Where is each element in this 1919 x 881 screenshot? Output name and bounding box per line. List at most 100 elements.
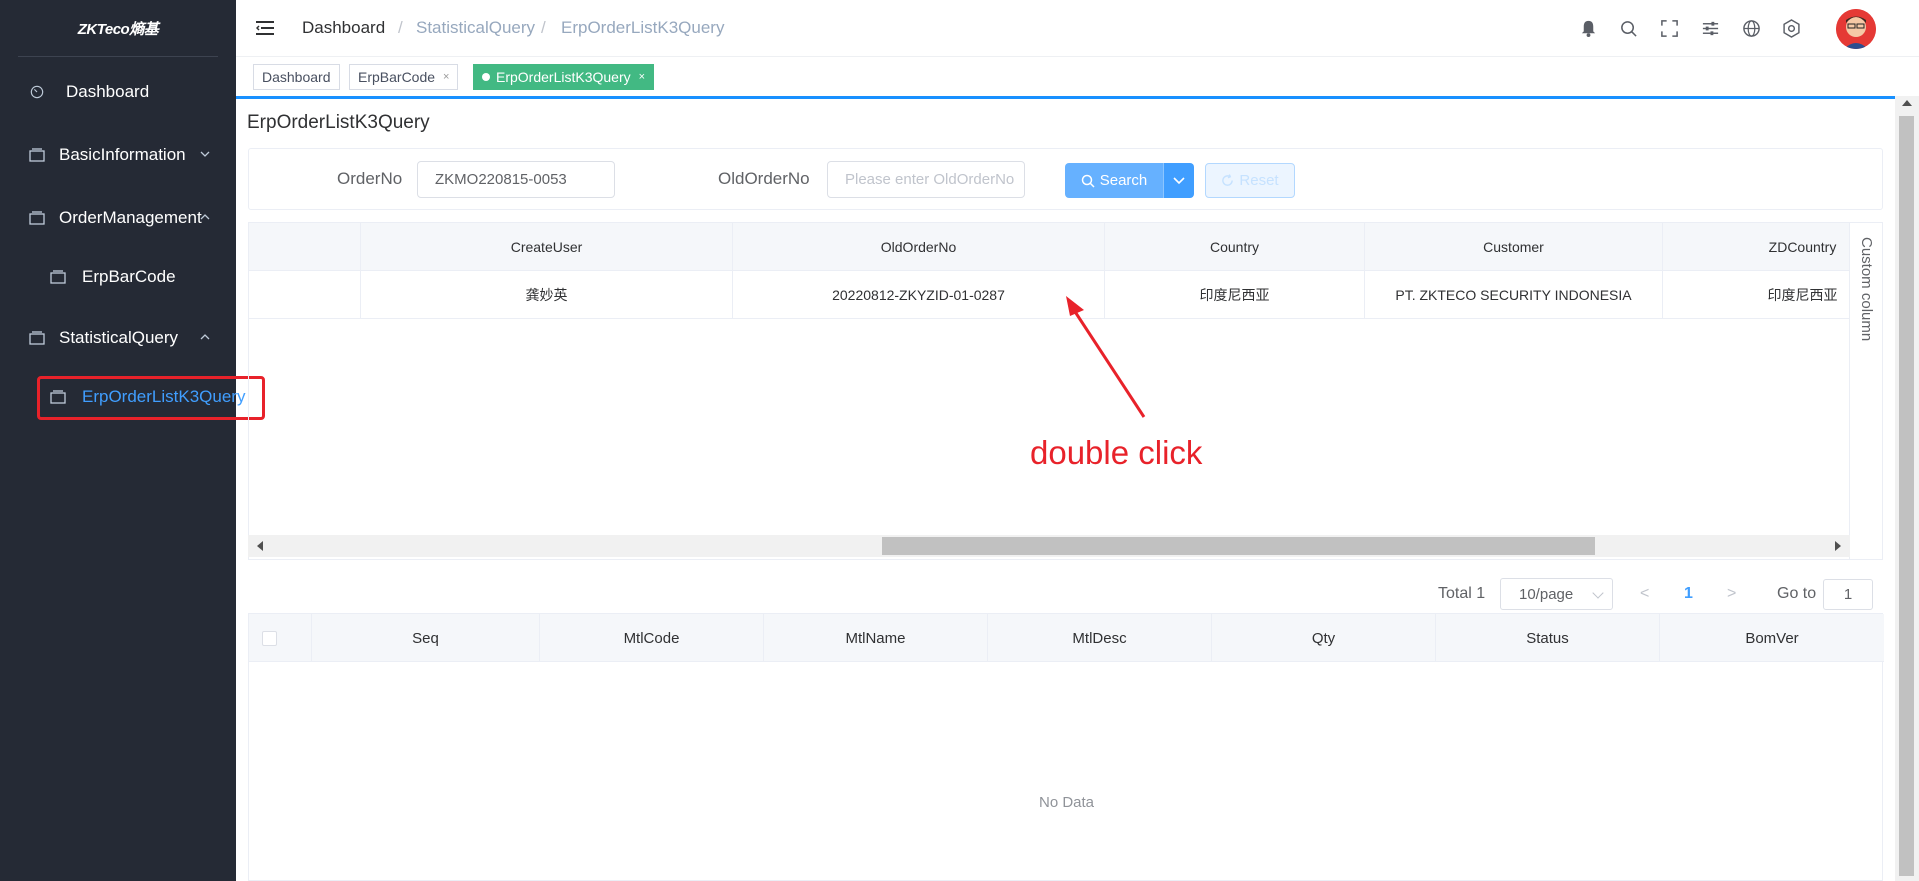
scroll-thumb[interactable] bbox=[1899, 116, 1914, 876]
orderno-label: OrderNo bbox=[337, 169, 403, 188]
highlight-box bbox=[37, 376, 265, 420]
breadcrumb-separator: / bbox=[398, 18, 403, 37]
folder-icon bbox=[29, 211, 45, 225]
breadcrumb-current: ErpOrderListK3Query bbox=[561, 18, 725, 37]
goto-value: 1 bbox=[1843, 586, 1853, 603]
orders-table: CreateUser OldOrderNo Country Customer Z… bbox=[248, 222, 1850, 560]
sidebar-item-basicinformation[interactable]: BasicInformation bbox=[0, 135, 236, 175]
divider bbox=[18, 56, 218, 57]
sidebar-item-label: BasicInformation bbox=[59, 145, 186, 164]
chevron-down-icon bbox=[200, 151, 210, 157]
goto-input[interactable]: 1 bbox=[1823, 579, 1873, 610]
annotation-arrow-icon bbox=[1066, 296, 1146, 418]
table-header-cell: OldOrderNo bbox=[733, 223, 1105, 271]
page-title: ErpOrderListK3Query bbox=[247, 112, 430, 133]
breadcrumb-statisticalquery[interactable]: StatisticalQuery bbox=[416, 18, 535, 38]
orderno-value: ZKMO220815-0053 bbox=[435, 171, 567, 188]
breadcrumb-separator: / bbox=[541, 18, 546, 37]
sidebar-item-ordermanagement[interactable]: OrderManagement bbox=[0, 198, 236, 238]
sidebar-item-statisticalquery[interactable]: StatisticalQuery bbox=[0, 318, 236, 358]
scroll-left-icon[interactable] bbox=[257, 541, 263, 551]
sidebar-item-dashboard[interactable]: Dashboard bbox=[0, 72, 236, 112]
table-header-cell: Qty bbox=[1212, 614, 1436, 662]
table-header-cell: MtlName bbox=[764, 614, 988, 662]
scroll-thumb[interactable] bbox=[882, 537, 1595, 555]
annotation-text: double click bbox=[1030, 434, 1203, 471]
dashboard-icon bbox=[30, 85, 44, 99]
oldorderno-input[interactable]: Please enter OldOrderNo bbox=[827, 161, 1025, 198]
scroll-up-icon[interactable] bbox=[1902, 100, 1912, 106]
chevron-down-icon bbox=[1173, 177, 1185, 185]
prev-page-button[interactable]: < bbox=[1640, 585, 1649, 603]
hamburger-icon[interactable] bbox=[256, 20, 274, 36]
tag-erpbarcode[interactable]: ErpBarCode × bbox=[349, 64, 459, 90]
table-header-cell: Customer bbox=[1365, 223, 1663, 271]
next-page-button[interactable]: > bbox=[1727, 585, 1736, 603]
breadcrumb-dashboard[interactable]: Dashboard bbox=[302, 18, 385, 38]
tag-label: ErpBarCode bbox=[358, 69, 436, 85]
search-button-label: Search bbox=[1099, 172, 1148, 189]
select-all-checkbox[interactable] bbox=[262, 631, 277, 646]
chevron-up-icon bbox=[200, 214, 210, 220]
search-icon bbox=[1081, 174, 1095, 188]
table-header-cell bbox=[249, 223, 361, 271]
table-header-cell: BomVer bbox=[1745, 629, 1799, 647]
close-icon[interactable]: × bbox=[639, 71, 645, 83]
table-cell bbox=[249, 271, 361, 319]
pagination-total: Total 1 bbox=[1438, 585, 1486, 602]
select-all-cell bbox=[249, 614, 312, 662]
avatar[interactable] bbox=[1836, 9, 1876, 49]
table-header-cell: Country bbox=[1105, 223, 1365, 271]
table-header-cell: MtlDesc bbox=[988, 614, 1212, 662]
search-dropdown-button[interactable] bbox=[1163, 163, 1194, 198]
chevron-up-icon bbox=[200, 334, 210, 340]
folder-icon bbox=[29, 331, 45, 345]
user-avatar-icon bbox=[1836, 9, 1876, 49]
table-cell: 20220812-ZKYZID-01-0287 bbox=[733, 271, 1105, 319]
page-size-select[interactable]: 10/page bbox=[1500, 578, 1613, 610]
details-table: Seq MtlCode MtlName MtlDesc Qty Status B… bbox=[248, 613, 1884, 881]
orderno-input[interactable]: ZKMO220815-0053 bbox=[417, 161, 615, 198]
table-row[interactable]: 龚妙英 20220812-ZKYZID-01-0287 印度尼西亚 PT. ZK… bbox=[249, 271, 1849, 319]
tag-label: ErpOrderListK3Query bbox=[496, 69, 631, 85]
oldorderno-label: OldOrderNo bbox=[718, 169, 810, 188]
globe-icon[interactable] bbox=[1742, 19, 1761, 38]
table-header-cell: Status bbox=[1436, 614, 1660, 662]
table-header-cell: MtlCode bbox=[540, 614, 764, 662]
active-dot-icon bbox=[482, 73, 490, 81]
header: Dashboard / StatisticalQuery / ErpOrderL… bbox=[236, 0, 1919, 57]
reset-button[interactable]: Reset bbox=[1205, 163, 1295, 198]
folder-icon bbox=[50, 270, 66, 284]
tag-erporderlistk3query[interactable]: ErpOrderListK3Query × bbox=[473, 64, 655, 90]
table-header: CreateUser OldOrderNo Country Customer Z… bbox=[249, 223, 1849, 271]
custom-column-button[interactable]: Custom column bbox=[1850, 222, 1883, 560]
table-header-cell: Seq bbox=[312, 614, 540, 662]
fullscreen-icon[interactable] bbox=[1660, 19, 1679, 38]
folder-icon bbox=[29, 148, 45, 162]
search-icon[interactable] bbox=[1619, 19, 1638, 38]
sliders-icon[interactable] bbox=[1701, 19, 1720, 38]
chevron-down-icon bbox=[1592, 587, 1604, 599]
goto-label: Go to bbox=[1777, 585, 1817, 602]
sidebar-item-erpbarcode[interactable]: ErpBarCode bbox=[0, 257, 236, 297]
sidebar: ZKTeco熵基 Dashboard BasicInformation Orde… bbox=[0, 0, 245, 881]
settings-icon[interactable] bbox=[1782, 19, 1801, 38]
sidebar-item-label: StatisticalQuery bbox=[59, 328, 179, 347]
table-cell: 龚妙英 bbox=[361, 271, 733, 319]
bell-icon[interactable] bbox=[1579, 19, 1598, 38]
tag-label: Dashboard bbox=[262, 69, 331, 85]
oldorderno-placeholder: Please enter OldOrderNo bbox=[845, 171, 1015, 188]
search-button[interactable]: Search bbox=[1065, 163, 1163, 198]
page-number[interactable]: 1 bbox=[1684, 585, 1693, 603]
table-cell: PT. ZKTECO SECURITY INDONESIA bbox=[1365, 271, 1663, 319]
tag-dashboard[interactable]: Dashboard bbox=[253, 64, 340, 90]
logo-text: ZKTeco熵基 bbox=[77, 20, 159, 38]
sidebar-item-label: OrderManagement bbox=[59, 208, 202, 227]
tab-underline bbox=[236, 96, 1895, 99]
horizontal-scrollbar[interactable] bbox=[248, 535, 1850, 557]
table-header-cell: ZDCountry bbox=[1663, 223, 1849, 271]
close-icon[interactable]: × bbox=[443, 71, 449, 83]
vertical-scrollbar[interactable] bbox=[1895, 96, 1919, 881]
logo: ZKTeco熵基 bbox=[0, 0, 236, 56]
scroll-right-icon[interactable] bbox=[1835, 541, 1841, 551]
